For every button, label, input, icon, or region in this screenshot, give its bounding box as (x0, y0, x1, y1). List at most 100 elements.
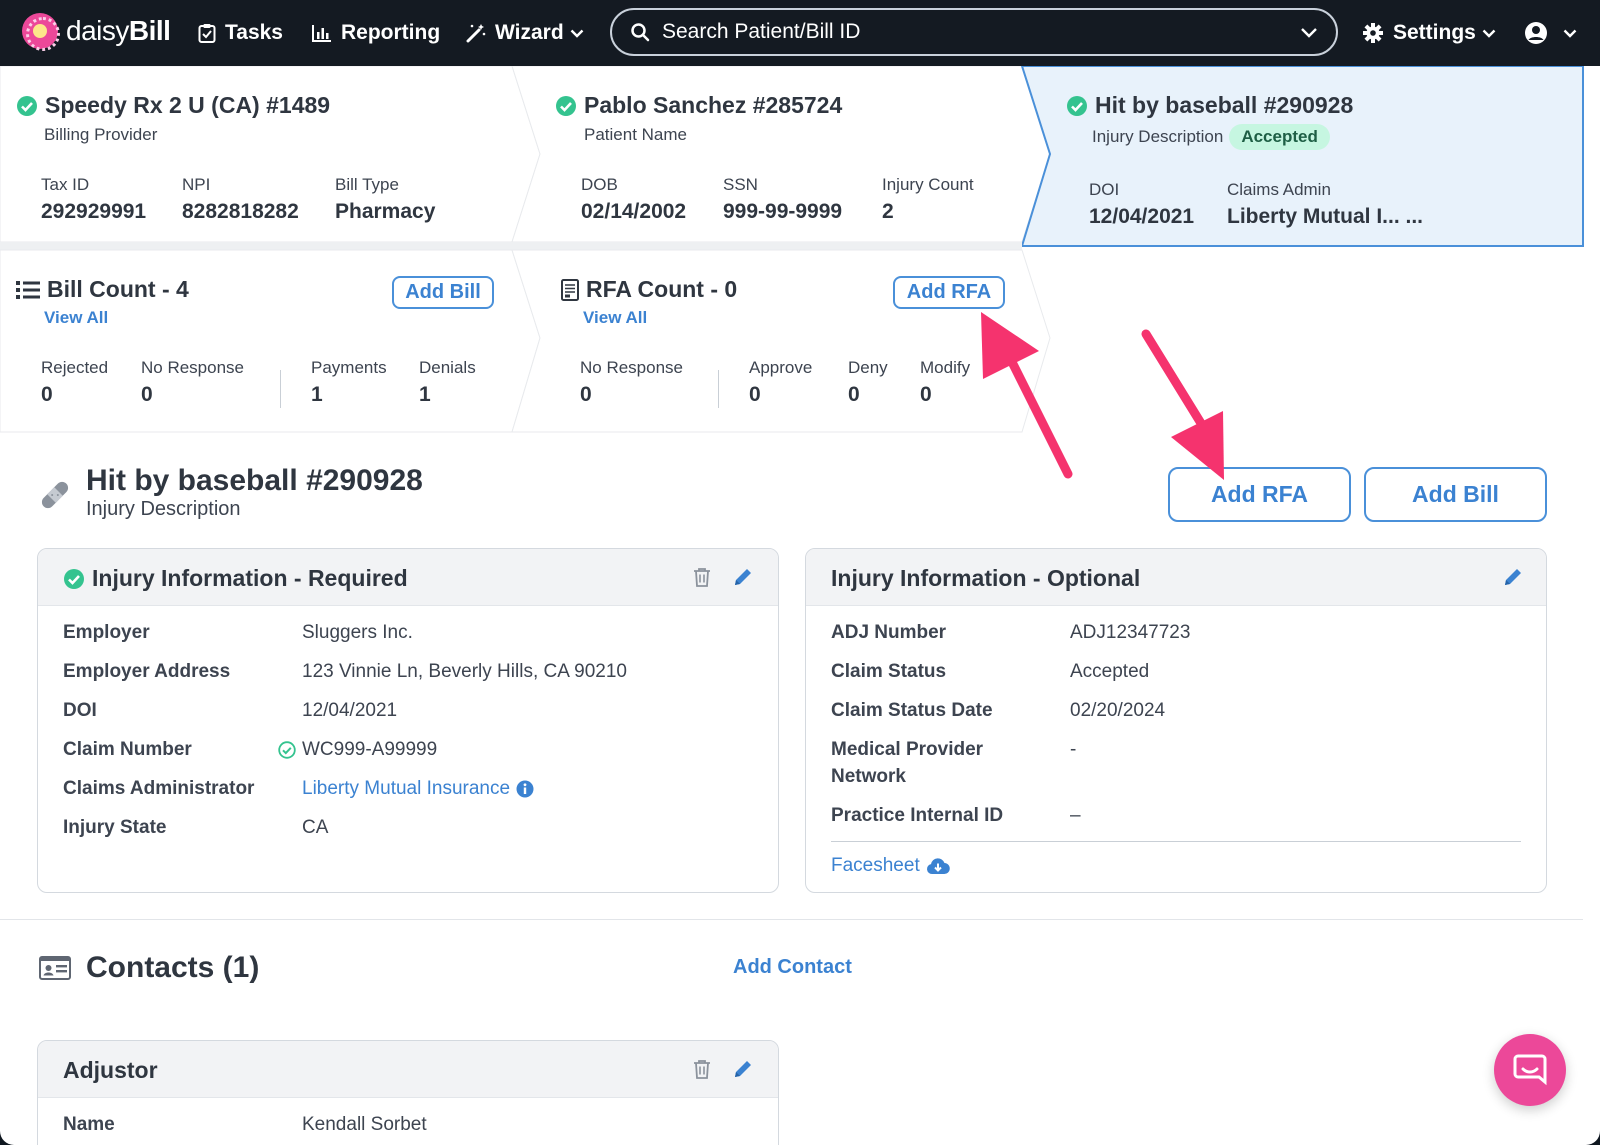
nav-reporting-label: Reporting (341, 21, 441, 44)
practice-internal-id-value: – (1070, 805, 1081, 826)
search-box[interactable] (610, 8, 1338, 56)
claim-status-label: Claim Status (831, 661, 947, 682)
nav-settings-label: Settings (1393, 21, 1476, 44)
facesheet-link[interactable]: Facesheet (831, 852, 950, 879)
approve-label: Approve (749, 358, 813, 377)
add-contact-link[interactable]: Add Contact (733, 956, 852, 979)
provider-title[interactable]: Speedy Rx 2 U (CA) #1489 (16, 92, 330, 119)
doi-row-label: DOI (63, 700, 97, 721)
list-icon (16, 280, 40, 299)
claims-administrator-link[interactable]: Liberty Mutual Insurance (302, 775, 534, 802)
add-rfa-button[interactable]: Add RFA (1168, 467, 1351, 522)
rfa-count-title[interactable]: RFA Count - 0 (561, 276, 737, 303)
chat-bubble-icon (1513, 1054, 1547, 1086)
denials-value: 1 (419, 383, 431, 406)
injury-state-value: CA (302, 817, 329, 838)
medical-provider-network-value: - (1070, 739, 1077, 760)
ssn-label: SSN (723, 175, 758, 194)
payments-value: 1 (311, 383, 323, 406)
payments-label: Payments (311, 358, 387, 377)
claim-status-value: Accepted (1070, 661, 1150, 682)
check-circle-outline-icon (278, 741, 296, 759)
dob-label: DOB (581, 175, 618, 194)
patient-subtitle: Patient Name (584, 125, 687, 144)
employer-address-value: 123 Vinnie Ln, Beverly Hills, CA 90210 (302, 661, 627, 682)
rfa-view-all-link[interactable]: View All (583, 308, 647, 328)
doi-label: DOI (1089, 180, 1120, 199)
check-circle-icon (17, 95, 37, 116)
claims-admin-label: Claims Admin (1227, 180, 1331, 199)
brand-logo[interactable]: daisyBill (22, 13, 171, 51)
gear-icon (1363, 23, 1383, 43)
tax-id-value: 292929991 (41, 200, 147, 223)
nav-settings[interactable]: Settings (1362, 0, 1505, 66)
trash-icon[interactable] (693, 567, 711, 587)
pencil-icon[interactable] (1503, 567, 1523, 587)
claim-number-label: Claim Number (63, 739, 192, 760)
injury-panel-subtitle: Injury Description Accepted (1092, 124, 1330, 150)
tax-id-label: Tax ID (41, 175, 90, 194)
daisy-logo-icon (22, 13, 60, 51)
claim-number-value: WC999-A99999 (302, 739, 438, 760)
employer-label: Employer (63, 622, 150, 643)
provider-subtitle: Billing Provider (44, 125, 158, 144)
deny-label: Deny (848, 358, 888, 377)
adj-number-label: ADJ Number (831, 622, 947, 643)
app-window: daisyBill Tasks Reporting Wizard Setting… (0, 0, 1600, 1145)
nav-wizard[interactable]: Wizard (466, 0, 593, 66)
card-title: Injury Information - Optional (831, 565, 1141, 591)
nav-tasks[interactable]: Tasks (198, 0, 283, 66)
bill-count-title[interactable]: Bill Count - 4 (16, 276, 189, 303)
nav-tasks-label: Tasks (225, 21, 283, 44)
injury-count-label: Injury Count (882, 175, 974, 194)
add-bill-button[interactable]: Add Bill (1364, 467, 1547, 522)
injury-heading: Hit by baseball #290928 (86, 464, 423, 497)
injury-count-value: 2 (882, 200, 894, 223)
doi-value: 12/04/2021 (1089, 205, 1195, 228)
info-icon[interactable] (516, 780, 534, 798)
bill-type-label: Bill Type (335, 175, 399, 194)
deny-value: 0 (848, 383, 860, 406)
search-icon (631, 23, 650, 42)
injury-panel-title[interactable]: Hit by baseball #290928 (1066, 92, 1353, 119)
pencil-icon[interactable] (733, 1059, 753, 1079)
rfa-no-response-value: 0 (580, 383, 592, 406)
nav-reporting[interactable]: Reporting (312, 0, 440, 66)
check-circle-icon (64, 568, 84, 589)
add-bill-small-button[interactable]: Add Bill (392, 276, 494, 309)
chevron-down-icon (1563, 29, 1577, 38)
patient-title[interactable]: Pablo Sanchez #285724 (555, 92, 842, 119)
card-title: Adjustor (63, 1057, 158, 1083)
chevron-down-icon (1482, 29, 1496, 38)
chat-launcher-button[interactable] (1494, 1034, 1566, 1106)
no-response-label: No Response (141, 358, 245, 377)
injury-state-label: Injury State (63, 817, 167, 838)
chevron-down-icon[interactable] (1300, 27, 1318, 38)
search-input[interactable] (662, 20, 1300, 44)
add-rfa-small-button[interactable]: Add RFA (893, 276, 1005, 309)
claims-admin-value: Liberty Mutual I... ... (1227, 205, 1424, 228)
bandage-icon (41, 481, 69, 509)
adjustor-contact-card: Adjustor Name Kendall Sorbet (37, 1040, 779, 1145)
nav-user-menu[interactable] (1524, 0, 1586, 66)
contact-name-label: Name (63, 1114, 115, 1135)
injury-required-card: Injury Information - Required Employer S… (37, 548, 779, 893)
rfa-no-response-label: No Response (580, 358, 684, 377)
approve-value: 0 (749, 383, 761, 406)
chevron-down-icon (570, 29, 584, 38)
employer-address-label: Employer Address (63, 661, 231, 682)
divider (831, 841, 1521, 842)
rejected-label: Rejected (41, 358, 109, 377)
section-divider (0, 919, 1583, 920)
pencil-icon[interactable] (733, 567, 753, 587)
claims-administrator-label: Claims Administrator (63, 778, 255, 799)
bills-view-all-link[interactable]: View All (44, 308, 108, 328)
status-badge: Accepted (1229, 124, 1330, 150)
contact-name-value: Kendall Sorbet (302, 1114, 427, 1135)
contact-card-icon (39, 956, 71, 980)
brand-name: daisyBill (66, 15, 171, 46)
claim-status-date-label: Claim Status Date (831, 700, 993, 721)
practice-internal-id-label: Practice Internal ID (831, 805, 1004, 826)
magic-wand-icon (466, 24, 486, 43)
trash-icon[interactable] (693, 1059, 711, 1079)
